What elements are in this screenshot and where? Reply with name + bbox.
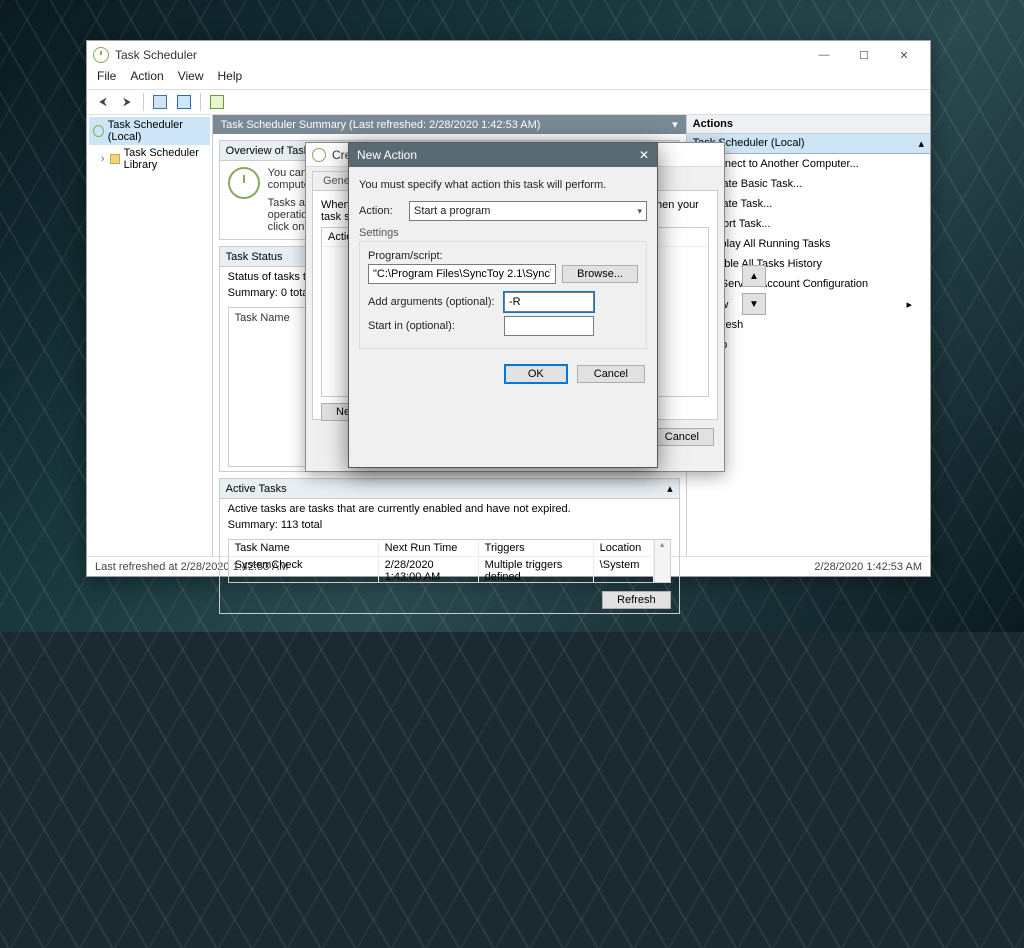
clock-large-icon <box>228 167 260 199</box>
menubar: File Action View Help <box>87 69 930 89</box>
toolbar-panes-button[interactable] <box>150 92 170 112</box>
tree-library-label: Task Scheduler Library <box>124 147 206 171</box>
app-icon <box>93 47 109 63</box>
new-action-dialog: New Action ✕ You must specify what actio… <box>348 142 658 468</box>
ok-button[interactable]: OK <box>505 365 567 383</box>
instruction-text: You must specify what action this task w… <box>359 179 647 191</box>
menu-help[interactable]: Help <box>218 69 243 89</box>
statusbar-date: 2/28/2020 1:42:53 AM <box>814 561 922 573</box>
action-select[interactable]: Start a program ▾ <box>409 201 647 221</box>
active-tasks-group: Active Tasks ▴ Active tasks are tasks th… <box>219 478 680 614</box>
summary-header-text: Task Scheduler Summary (Last refreshed: … <box>221 119 541 131</box>
menu-view[interactable]: View <box>178 69 204 89</box>
settings-label: Settings <box>359 227 647 239</box>
tree-pane: Task Scheduler (Local) › Task Scheduler … <box>87 115 213 556</box>
toolbar-refresh-button[interactable] <box>207 92 227 112</box>
arguments-input[interactable] <box>504 292 594 312</box>
minimize-button[interactable]: — <box>804 44 844 66</box>
move-down-button[interactable]: ▼ <box>742 293 766 315</box>
scrollbar[interactable]: ▴ <box>654 540 670 583</box>
active-summary: Summary: 113 total <box>228 519 671 531</box>
menu-action[interactable]: Action <box>130 69 163 89</box>
task-status-title: Task Status <box>226 251 283 263</box>
clock-icon <box>312 148 326 162</box>
tree-library[interactable]: › Task Scheduler Library <box>89 145 210 173</box>
toolbar: ⮜ ⮞ <box>87 89 930 115</box>
new-action-title: New Action <box>357 148 417 162</box>
window-title: Task Scheduler <box>115 48 197 62</box>
chevron-down-icon[interactable]: ▾ <box>672 118 678 131</box>
folder-icon <box>110 154 119 164</box>
refresh-button[interactable]: Refresh <box>602 591 671 609</box>
startin-label: Start in (optional): <box>368 320 498 332</box>
col-next[interactable]: Next Run Time <box>379 540 479 556</box>
close-button[interactable]: ✕ <box>884 44 924 66</box>
nav-back-button[interactable]: ⮜ <box>93 92 113 112</box>
summary-header: Task Scheduler Summary (Last refreshed: … <box>213 115 686 134</box>
col-task-name: Task Name <box>235 312 290 324</box>
active-title: Active Tasks <box>226 483 287 495</box>
table-row[interactable]: SystemCheck 2/28/2020 1:43:00 AM Multipl… <box>229 557 654 583</box>
action-label: Action: <box>359 205 403 217</box>
tree-root-label: Task Scheduler (Local) <box>108 119 206 143</box>
col-location[interactable]: Location <box>594 540 654 556</box>
dialog-close-button[interactable]: ✕ <box>639 148 649 162</box>
create-cancel-button[interactable]: Cancel <box>650 428 714 446</box>
menu-file[interactable]: File <box>97 69 116 89</box>
actions-header: Actions <box>687 115 930 134</box>
nav-forward-button[interactable]: ⮞ <box>117 92 137 112</box>
browse-button[interactable]: Browse... <box>562 265 638 283</box>
toolbar-help-button[interactable] <box>174 92 194 112</box>
active-tasks-table[interactable]: Task Name Next Run Time Triggers Locatio… <box>228 539 671 583</box>
chevron-up-icon[interactable]: ▴ <box>918 137 924 150</box>
startin-input[interactable] <box>504 316 594 336</box>
dropdown-icon: ▾ <box>637 206 642 217</box>
new-action-titlebar[interactable]: New Action ✕ <box>349 143 657 167</box>
program-input[interactable] <box>368 264 556 284</box>
clock-icon <box>93 125 104 137</box>
action-select-value: Start a program <box>414 205 490 217</box>
maximize-button[interactable]: ☐ <box>844 44 884 66</box>
expand-icon[interactable]: › <box>99 153 106 165</box>
tree-root[interactable]: Task Scheduler (Local) <box>89 117 210 145</box>
active-desc: Active tasks are tasks that are currentl… <box>228 503 671 515</box>
arguments-label: Add arguments (optional): <box>368 296 498 308</box>
titlebar[interactable]: Task Scheduler — ☐ ✕ <box>87 41 930 69</box>
move-up-button[interactable]: ▲ <box>742 265 766 287</box>
col-triggers[interactable]: Triggers <box>479 540 594 556</box>
program-label: Program/script: <box>368 250 638 262</box>
submenu-arrow-icon: ▸ <box>906 298 912 311</box>
col-name[interactable]: Task Name <box>229 540 379 556</box>
collapse-icon[interactable]: ▴ <box>667 482 673 495</box>
cancel-button[interactable]: Cancel <box>577 365 645 383</box>
